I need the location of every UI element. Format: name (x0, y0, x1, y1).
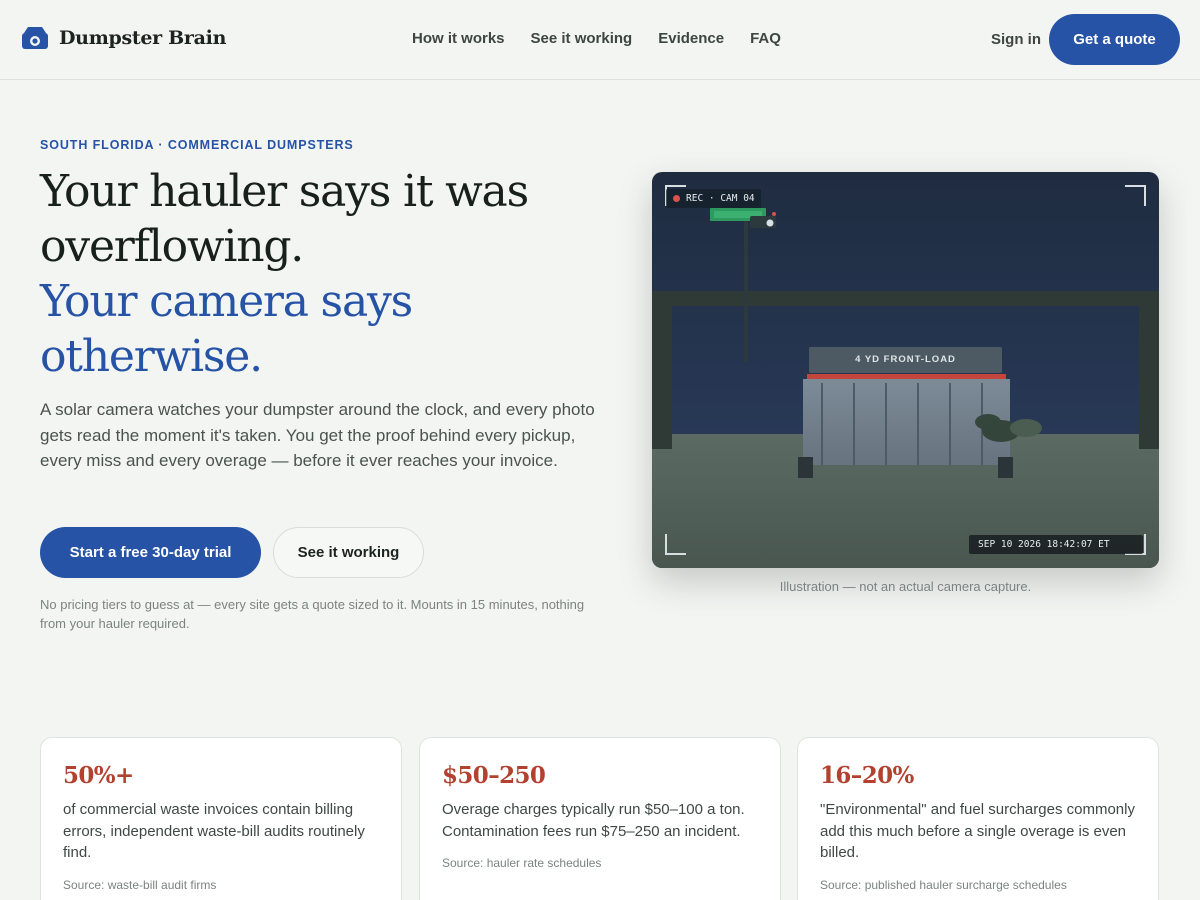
nav-how-it-works[interactable]: How it works (412, 30, 505, 47)
camera-caption: Illustration — not an actual camera capt… (779, 579, 1032, 594)
nav-see-it-working[interactable]: See it working (531, 30, 633, 47)
hero-eyebrow: SOUTH FLORIDA · COMMERCIAL DUMPSTERS (40, 138, 354, 152)
stat-value: 16–20% (820, 762, 914, 789)
stat-description: Overage charges typically run $50–100 a … (442, 801, 745, 840)
stat-card-surcharges: 16–20% "Environmental" and fuel surcharg… (797, 737, 1159, 900)
stat-card-overage-charges: $50–250 Overage charges typically run $5… (419, 737, 781, 900)
brand-logo[interactable]: Dumpster Brain (21, 25, 226, 51)
main-nav: How it works See it working Evidence FAQ (412, 30, 807, 47)
stat-value: 50%+ (63, 762, 134, 789)
camera-illustration: REC · CAM 04 4 YD FRONT-LOAD SEP 10 2026… (652, 172, 1159, 568)
headline-line-2: Your camera says otherwise. (40, 276, 413, 382)
stat-source: Source: hauler rate schedules (442, 856, 602, 870)
headline-line-1: Your hauler says it was overflowing. (40, 166, 529, 272)
sign-in-link[interactable]: Sign in (991, 31, 1041, 48)
dumpster-camera-icon (22, 27, 48, 49)
hero-lead: A solar camera watches your dumpster aro… (40, 400, 595, 471)
get-quote-button[interactable]: Get a quote (1049, 14, 1180, 65)
stat-source: Source: published hauler surcharge sched… (820, 878, 1067, 892)
start-trial-button[interactable]: Start a free 30-day trial (40, 527, 261, 578)
dumpster-label: 4 YD FRONT-LOAD (855, 354, 956, 365)
hero-headline: Your hauler says it was overflowing. You… (40, 164, 620, 384)
site-header: Dumpster Brain How it works See it worki… (0, 0, 1200, 80)
stat-value: $50–250 (442, 762, 546, 789)
stat-description: of commercial waste invoices contain bil… (63, 801, 365, 862)
camera-timestamp: SEP 10 2026 18:42:07 ET (969, 535, 1143, 554)
stat-source: Source: waste-bill audit firms (63, 878, 217, 892)
nav-evidence[interactable]: Evidence (658, 30, 724, 47)
stat-card-billing-errors: 50%+ of commercial waste invoices contai… (40, 737, 402, 900)
stat-description: "Environmental" and fuel surcharges comm… (820, 801, 1135, 862)
hero-fineprint: No pricing tiers to guess at — every sit… (40, 597, 585, 631)
brand-name: Dumpster Brain (59, 27, 227, 49)
rec-label: REC · CAM 04 (686, 193, 755, 204)
see-it-working-button[interactable]: See it working (273, 527, 424, 578)
rec-indicator: REC · CAM 04 (666, 189, 761, 208)
recording-dot-icon (673, 195, 680, 202)
nav-faq[interactable]: FAQ (750, 30, 781, 47)
